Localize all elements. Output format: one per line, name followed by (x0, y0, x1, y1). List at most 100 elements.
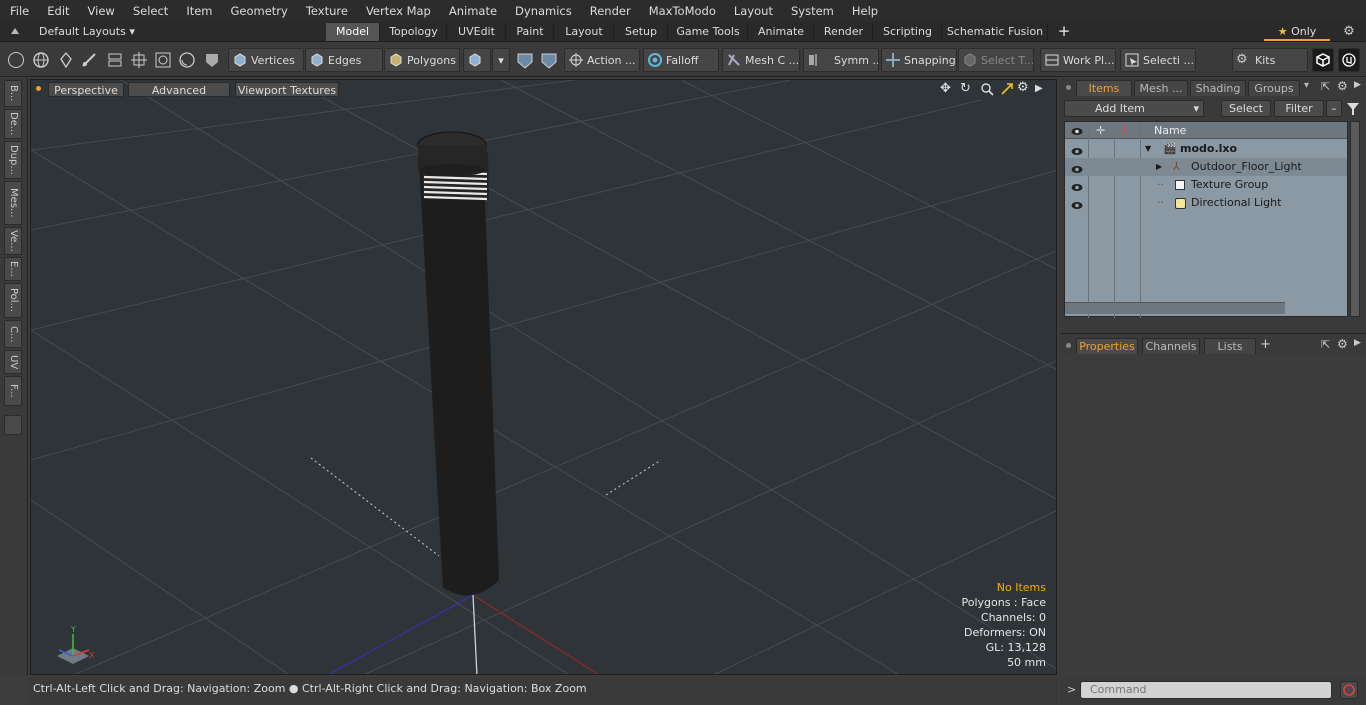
3d-viewport[interactable]: Perspective Advanced Viewport Textures ✥… (30, 79, 1057, 675)
shield-icon[interactable] (202, 51, 222, 69)
tab-vertex[interactable]: Ve... (4, 227, 22, 255)
menu-file[interactable]: File (0, 0, 37, 22)
tab-model[interactable]: Model (326, 23, 380, 41)
name-column-header[interactable]: Name (1154, 124, 1186, 137)
tab-duplicate[interactable]: Dup... (4, 141, 22, 179)
strip-expand-button[interactable] (4, 415, 22, 435)
panel-popout-icon[interactable]: ⇱ (1321, 80, 1330, 93)
tab-mesh-ops[interactable]: Mesh ... (1134, 80, 1188, 96)
settings-gear-icon[interactable]: ⚙ (1340, 23, 1358, 41)
unity-icon[interactable] (1312, 48, 1334, 72)
tree-row-modo-lxo[interactable]: ▼ 🎬 modo.lxo (1065, 140, 1347, 158)
tab-polygon[interactable]: Pol... (4, 283, 22, 318)
select-tool-button[interactable]: Select T... (958, 48, 1034, 72)
move-view-icon[interactable]: ✥ (940, 82, 954, 96)
vertices-button[interactable]: Vertices (228, 48, 304, 72)
menu-vertex-map[interactable]: Vertex Map (356, 0, 439, 22)
tab-deform[interactable]: De... (4, 109, 22, 139)
menu-edit[interactable]: Edit (37, 0, 77, 22)
only-toggle[interactable]: ★ Only (1264, 23, 1330, 41)
mode-dropdown[interactable]: ▾ (492, 48, 510, 72)
lock-column-icon[interactable]: ✛ (1096, 124, 1105, 137)
box-select-icon[interactable] (154, 51, 172, 69)
layout-toggle-icon[interactable] (9, 25, 21, 37)
tab-scripting[interactable]: Scripting (874, 23, 942, 41)
add-properties-tab-button[interactable]: + (1260, 337, 1271, 352)
menu-render[interactable]: Render (580, 0, 639, 22)
funnel-filter-icon[interactable] (1345, 101, 1361, 117)
locator-column-icon[interactable]: ⅄ (1121, 124, 1128, 137)
add-item-dropdown[interactable]: Add Item ▾ (1064, 100, 1204, 117)
menu-dynamics[interactable]: Dynamics (505, 0, 580, 22)
tree-row-texture-group[interactable]: ·· Texture Group (1065, 176, 1347, 194)
menu-select[interactable]: Select (123, 0, 176, 22)
kits-button[interactable]: ⚙ Kits (1232, 48, 1308, 72)
tab-paint[interactable]: Paint (507, 23, 554, 41)
tab-shading[interactable]: Shading (1190, 80, 1246, 96)
perspective-button[interactable]: Perspective (48, 82, 124, 97)
symmetry-button[interactable]: Symm ... (803, 48, 879, 72)
action-center-button[interactable]: Action ... (564, 48, 640, 72)
menu-animate[interactable]: Animate (439, 0, 505, 22)
tab-layout[interactable]: Layout (555, 23, 614, 41)
sphere-icon[interactable] (178, 51, 196, 69)
tab-basic[interactable]: B... (4, 80, 22, 107)
eye-icon[interactable] (1071, 162, 1083, 173)
falloff-button[interactable]: Falloff (643, 48, 719, 72)
tab-topology[interactable]: Topology (381, 23, 447, 41)
menu-help[interactable]: Help (842, 0, 886, 22)
tab-channels[interactable]: Channels (1142, 338, 1200, 354)
add-tab-button[interactable]: + (1056, 22, 1072, 40)
tree-row-outdoor-floor-light[interactable]: ▶ ⅄ Outdoor_Floor_Light (1065, 158, 1347, 176)
menu-view[interactable]: View (78, 0, 123, 22)
menu-texture[interactable]: Texture (296, 0, 356, 22)
tab-mesh-edit[interactable]: Mes... (4, 181, 22, 225)
tab-items[interactable]: Items (1076, 80, 1132, 96)
globe-icon[interactable] (32, 51, 50, 69)
expand-chevron-icon[interactable]: ▶ (1156, 158, 1162, 176)
visibility-column-eye-icon[interactable] (1071, 126, 1083, 135)
tab-lists[interactable]: Lists (1204, 338, 1256, 354)
properties-popout-icon[interactable]: ⇱ (1321, 338, 1330, 351)
expand-chevron-icon[interactable]: ▼ (1145, 140, 1151, 158)
mesh-constraint-button[interactable]: Mesh C ... (722, 48, 800, 72)
work-plane-button[interactable]: Work Pl... (1040, 48, 1116, 72)
tree-row-directional-light[interactable]: ·· Directional Light (1065, 194, 1347, 212)
vertical-scrollbar[interactable] (1350, 121, 1360, 317)
snap-shield-icon[interactable] (540, 52, 558, 70)
tab-render[interactable]: Render (815, 23, 873, 41)
tab-game-tools[interactable]: Game Tools (669, 23, 748, 41)
tabs-overflow-chevron-icon[interactable]: ▾ (1304, 80, 1309, 91)
symmetry-shield-icon[interactable] (516, 52, 534, 70)
horizontal-scrollbar[interactable] (1065, 302, 1285, 314)
pen-icon[interactable] (57, 51, 75, 69)
properties-panel-menu-dot[interactable] (1066, 343, 1071, 348)
viewport-menu-dot[interactable] (36, 86, 41, 91)
tab-schematic-fusion[interactable]: Schematic Fusion (943, 23, 1048, 41)
command-input[interactable]: Command (1080, 681, 1332, 699)
tab-uv[interactable]: UV (4, 350, 22, 374)
transform-icon[interactable] (106, 51, 124, 69)
viewport-textures-button[interactable]: Viewport Textures (235, 82, 339, 97)
tab-properties[interactable]: Properties (1076, 338, 1138, 354)
snapping-button[interactable]: Snapping (881, 48, 957, 72)
items-panel-menu-dot[interactable] (1066, 85, 1071, 90)
default-layouts-dropdown[interactable]: Default Layouts ▾ (39, 24, 135, 40)
viewport-expand-arrow-icon[interactable]: ▶ (1035, 82, 1045, 96)
eye-icon[interactable] (1071, 198, 1083, 209)
filter-button[interactable]: Filter (1274, 100, 1324, 117)
menu-system[interactable]: System (781, 0, 842, 22)
properties-collapse-arrow-icon[interactable]: ▶ (1354, 338, 1361, 348)
unreal-icon[interactable] (1338, 48, 1360, 72)
edges-button[interactable]: Edges (305, 48, 383, 72)
tab-fusion[interactable]: F... (4, 376, 22, 406)
menu-item[interactable]: Item (176, 0, 220, 22)
eye-icon[interactable] (1071, 144, 1083, 155)
record-button[interactable] (1340, 681, 1358, 699)
menu-maxtomodo[interactable]: MaxToModo (639, 0, 724, 22)
selection-button[interactable]: Selecti ... (1120, 48, 1196, 72)
advanced-shading-button[interactable]: Advanced (128, 82, 230, 97)
tab-setup[interactable]: Setup (615, 23, 668, 41)
tab-groups[interactable]: Groups (1248, 80, 1300, 96)
select-button[interactable]: Select (1221, 100, 1271, 117)
